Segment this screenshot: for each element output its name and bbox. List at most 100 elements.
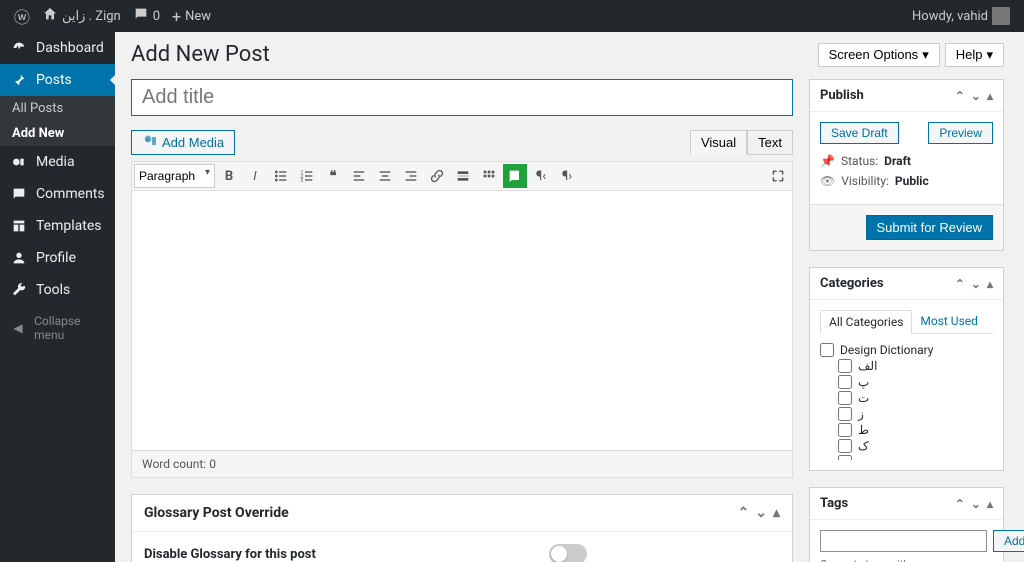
chevron-down-icon[interactable]: ⌄ [971, 277, 981, 291]
user-icon [10, 250, 28, 266]
ol-button[interactable]: 123 [295, 164, 319, 188]
pin-icon [10, 72, 28, 88]
glossary-box-title: Glossary Post Override [144, 505, 289, 521]
avatar [992, 7, 1010, 25]
screen-options-button[interactable]: Screen Options ▾ [818, 43, 940, 67]
align-left-button[interactable] [347, 164, 371, 188]
category-label: پ [858, 375, 869, 389]
new-label: New [185, 9, 211, 24]
save-draft-button[interactable]: Save Draft [820, 122, 899, 144]
nav-dashboard[interactable]: Dashboard [0, 32, 115, 64]
add-tag-button[interactable]: Add [993, 530, 1024, 552]
category-row[interactable]: ط [820, 422, 993, 438]
align-center-button[interactable] [373, 164, 397, 188]
nav-profile[interactable]: Profile [0, 242, 115, 274]
submit-review-button[interactable]: Submit for Review [866, 215, 993, 240]
category-checkbox[interactable] [838, 359, 852, 373]
nav-label: Templates [36, 218, 102, 234]
category-checkbox[interactable] [820, 343, 834, 357]
chevron-up-icon[interactable]: ⌃ [955, 277, 965, 291]
link-button[interactable] [425, 164, 449, 188]
svg-text:3: 3 [300, 178, 303, 184]
nav-all-posts[interactable]: All Posts [0, 96, 115, 121]
category-row[interactable]: پ [820, 374, 993, 390]
tab-text[interactable]: Text [747, 130, 793, 155]
disable-glossary-toggle[interactable] [549, 544, 587, 562]
ul-button[interactable] [269, 164, 293, 188]
chevron-down-icon[interactable]: ⌄ [971, 89, 981, 103]
nav-label: Tools [36, 282, 70, 298]
readmore-button[interactable] [451, 164, 475, 188]
category-label: ط [858, 423, 869, 437]
nav-templates[interactable]: Templates [0, 210, 115, 242]
home-icon [42, 6, 58, 26]
site-link[interactable]: زاین . Zign [36, 0, 127, 32]
nav-collapse[interactable]: ◀ Collapse menu [0, 306, 115, 350]
nav-tools[interactable]: Tools [0, 274, 115, 306]
italic-button[interactable]: I [243, 164, 267, 188]
category-row[interactable]: ز [820, 406, 993, 422]
nav-media[interactable]: Media [0, 146, 115, 178]
ltr-button[interactable]: ¶‹ [529, 164, 553, 188]
nav-label: Media [36, 154, 75, 170]
chevron-down-icon[interactable]: ⌄ [755, 505, 767, 521]
tab-visual[interactable]: Visual [690, 130, 747, 155]
tab-most-used[interactable]: Most Used [912, 310, 986, 333]
fullscreen-button[interactable] [766, 164, 790, 188]
nav-add-new[interactable]: Add New [0, 121, 115, 146]
align-right-button[interactable] [399, 164, 423, 188]
chevron-up-icon[interactable]: ⌃ [955, 89, 965, 103]
nav-label: Dashboard [36, 40, 104, 56]
category-row[interactable]: Design Dictionary [820, 342, 993, 358]
word-count-value: 0 [209, 457, 216, 471]
caret-up-icon[interactable]: ▴ [987, 89, 993, 103]
tab-all-categories[interactable]: All Categories [820, 310, 912, 334]
quote-button[interactable]: ❝ [321, 164, 345, 188]
bold-button[interactable]: B [217, 164, 241, 188]
collapse-icon: ◀ [10, 321, 26, 335]
help-button[interactable]: Help ▾ [945, 43, 1004, 67]
category-label: Design Dictionary [840, 343, 933, 357]
templates-icon [10, 218, 28, 234]
wp-logo[interactable]: ⓦ [8, 0, 36, 32]
comment-icon [133, 6, 149, 26]
category-checkbox[interactable] [838, 455, 852, 460]
preview-button[interactable]: Preview [928, 122, 993, 144]
category-list[interactable]: Design Dictionaryالفپتزطکم [820, 340, 993, 460]
site-name: زاین . Zign [62, 9, 121, 24]
category-checkbox[interactable] [838, 439, 852, 453]
nav-comments[interactable]: Comments [0, 178, 115, 210]
editor-status: Word count: 0 [131, 451, 793, 478]
adminbar-new[interactable]: + New [166, 0, 217, 32]
format-select[interactable]: Paragraph [134, 164, 215, 188]
add-media-label: Add Media [162, 135, 224, 150]
editor-content[interactable] [131, 191, 793, 451]
chevron-up-icon[interactable]: ⌃ [955, 497, 965, 511]
category-checkbox[interactable] [838, 375, 852, 389]
adminbar-comments[interactable]: 0 [127, 0, 166, 32]
category-label: م [858, 455, 865, 460]
category-checkbox[interactable] [838, 391, 852, 405]
category-checkbox[interactable] [838, 407, 852, 421]
tags-box-title: Tags [820, 496, 848, 511]
post-title-input[interactable] [131, 79, 793, 116]
caret-up-icon[interactable]: ▴ [987, 497, 993, 511]
caret-up-icon[interactable]: ▴ [987, 277, 993, 291]
nav-posts[interactable]: Posts [0, 64, 115, 96]
toolbar-toggle-button[interactable] [477, 164, 501, 188]
glossary-toolbar-button[interactable] [503, 164, 527, 188]
tags-input[interactable] [820, 530, 987, 552]
rtl-button[interactable]: ¶› [555, 164, 579, 188]
category-row[interactable]: الف [820, 358, 993, 374]
category-row[interactable]: ک [820, 438, 993, 454]
category-checkbox[interactable] [838, 423, 852, 437]
category-row[interactable]: م [820, 454, 993, 460]
page-title: Add New Post [131, 42, 270, 67]
wrench-icon [10, 282, 28, 298]
howdy-user[interactable]: Howdy, vahid [906, 0, 1016, 32]
chevron-up-icon[interactable]: ⌃ [738, 505, 750, 521]
caret-up-icon[interactable]: ▴ [773, 505, 780, 521]
chevron-down-icon[interactable]: ⌄ [971, 497, 981, 511]
category-row[interactable]: ت [820, 390, 993, 406]
add-media-button[interactable]: Add Media [131, 130, 235, 155]
